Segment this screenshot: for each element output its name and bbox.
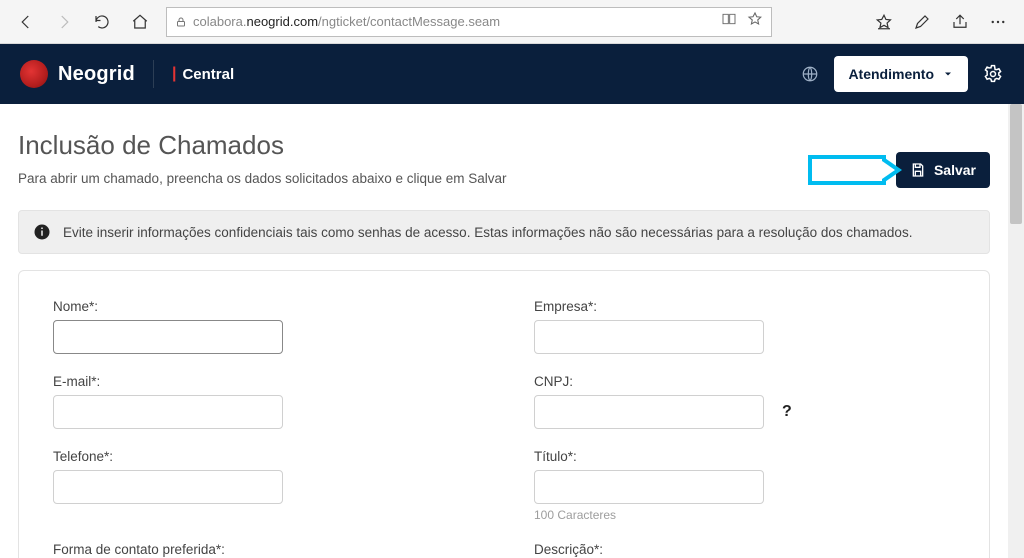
field-titulo: Título*: 100 Caracteres [534, 449, 955, 522]
label-email: E-mail*: [53, 374, 474, 389]
field-forma-contato: Forma de contato preferida*: Selecione..… [53, 542, 474, 558]
input-cnpj[interactable] [534, 395, 764, 429]
field-telefone: Telefone*: [53, 449, 474, 522]
subbrand-label: Central [182, 66, 234, 83]
label-cnpj: CNPJ: [534, 374, 955, 389]
page-subtitle: Para abrir um chamado, preencha os dados… [18, 171, 507, 186]
page-title: Inclusão de Chamados [18, 130, 507, 161]
more-icon[interactable] [980, 4, 1016, 40]
atendimento-label: Atendimento [848, 66, 934, 82]
field-email: E-mail*: [53, 374, 474, 429]
chevron-down-icon [942, 68, 954, 80]
input-telefone[interactable] [53, 470, 283, 504]
url-text: colabora.neogrid.com/ngticket/contactMes… [193, 14, 500, 29]
save-icon [910, 162, 926, 178]
favorites-icon[interactable] [866, 4, 902, 40]
page-content: Inclusão de Chamados Para abrir um chama… [0, 104, 1008, 558]
callout-arrow [808, 155, 886, 185]
input-empresa[interactable] [534, 320, 764, 354]
input-email[interactable] [53, 395, 283, 429]
address-bar[interactable]: colabora.neogrid.com/ngticket/contactMes… [166, 7, 772, 37]
share-icon[interactable] [942, 4, 978, 40]
field-descricao: Descrição*: [534, 542, 955, 558]
input-nome[interactable] [53, 320, 283, 354]
info-icon [33, 223, 51, 241]
help-icon[interactable]: ? [782, 403, 792, 421]
home-button[interactable] [122, 4, 158, 40]
refresh-button[interactable] [84, 4, 120, 40]
pipe-icon: | [172, 65, 176, 83]
label-forma-contato: Forma de contato preferida*: [53, 542, 474, 557]
save-button[interactable]: Salvar [896, 152, 990, 188]
input-titulo[interactable] [534, 470, 764, 504]
app-header: Neogrid | Central Atendimento [0, 44, 1024, 104]
info-text: Evite inserir informações confidenciais … [63, 225, 912, 240]
reader-icon[interactable] [721, 11, 737, 32]
vertical-scrollbar[interactable] [1008, 104, 1024, 558]
lock-icon [175, 16, 187, 28]
label-nome: Nome*: [53, 299, 474, 314]
label-empresa: Empresa*: [534, 299, 955, 314]
field-empresa: Empresa*: [534, 299, 955, 354]
browser-toolbar: colabora.neogrid.com/ngticket/contactMes… [0, 0, 1024, 44]
brand-name: Neogrid [58, 63, 135, 86]
atendimento-dropdown[interactable]: Atendimento [834, 56, 968, 92]
hint-titulo: 100 Caracteres [534, 508, 955, 522]
label-telefone: Telefone*: [53, 449, 474, 464]
notes-icon[interactable] [904, 4, 940, 40]
info-banner: Evite inserir informações confidenciais … [18, 210, 990, 254]
label-descricao: Descrição*: [534, 542, 955, 557]
form-card: Nome*: Empresa*: E-mail*: CNPJ: [18, 270, 990, 558]
label-titulo: Título*: [534, 449, 955, 464]
forward-button[interactable] [46, 4, 82, 40]
field-nome: Nome*: [53, 299, 474, 354]
globe-icon[interactable] [800, 64, 820, 84]
logo-icon [20, 60, 48, 88]
gear-icon[interactable] [982, 63, 1004, 85]
field-cnpj: CNPJ: ? [534, 374, 955, 429]
save-label: Salvar [934, 162, 976, 178]
back-button[interactable] [8, 4, 44, 40]
star-icon[interactable] [747, 11, 763, 32]
header-divider [153, 60, 154, 88]
scroll-thumb[interactable] [1010, 104, 1022, 224]
